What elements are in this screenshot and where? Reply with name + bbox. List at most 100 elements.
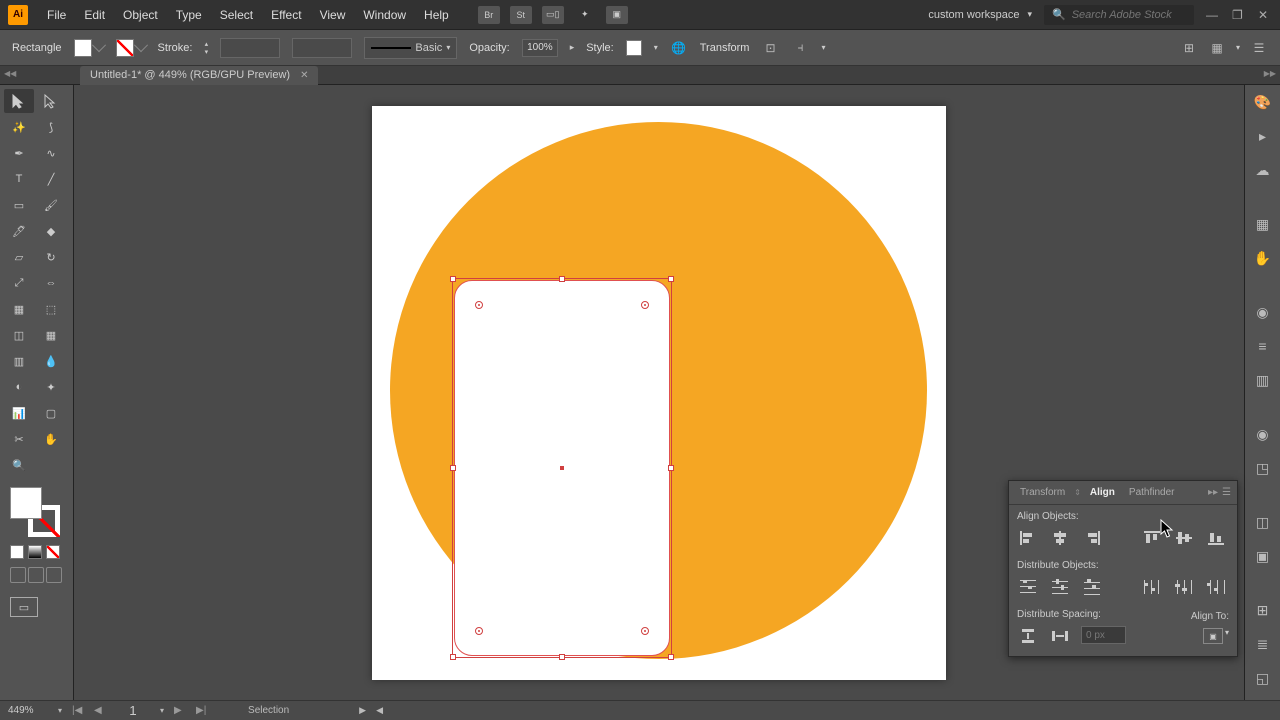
blend-tool[interactable]: ◐ bbox=[4, 375, 34, 399]
distribute-vspacing-button[interactable] bbox=[1017, 626, 1039, 646]
prev-artboard-button[interactable]: ◀ bbox=[94, 705, 106, 716]
rectangle-tool[interactable]: ▭ bbox=[4, 193, 34, 217]
close-tab-icon[interactable]: ✕ bbox=[300, 70, 308, 81]
graphic-style-swatch[interactable] bbox=[626, 40, 642, 56]
brushes-panel-icon[interactable]: ✋ bbox=[1252, 247, 1274, 269]
width-tool[interactable]: ⇔ bbox=[36, 271, 66, 295]
distribute-top-button[interactable] bbox=[1017, 577, 1039, 597]
status-back-icon[interactable]: ◀ bbox=[376, 705, 383, 716]
zoom-input[interactable] bbox=[8, 705, 48, 716]
distribute-bottom-button[interactable] bbox=[1081, 577, 1103, 597]
cloud-panel-icon[interactable]: ☁ bbox=[1252, 159, 1274, 181]
resize-handle[interactable] bbox=[559, 276, 565, 282]
distribute-right-button[interactable] bbox=[1205, 577, 1227, 597]
panel-menu-icon[interactable]: ☰ bbox=[1250, 39, 1268, 57]
slice-tool[interactable]: ✂ bbox=[4, 427, 34, 451]
collapse-panel-icon[interactable]: ▸▸ bbox=[1208, 487, 1218, 498]
resize-handle[interactable] bbox=[668, 465, 674, 471]
chevron-down-icon[interactable]: ▾ bbox=[654, 43, 658, 52]
chevron-down-icon[interactable]: ▾ bbox=[821, 43, 825, 52]
fill-swatch[interactable] bbox=[74, 39, 92, 57]
free-transform-tool[interactable]: ▦ bbox=[4, 297, 34, 321]
color-panel-icon[interactable]: 🎨 bbox=[1252, 91, 1274, 113]
artboards-panel-icon[interactable]: ▣ bbox=[1252, 545, 1274, 567]
fill-dropdown-icon[interactable] bbox=[91, 38, 105, 52]
transform-panel-icon[interactable]: ⊞ bbox=[1252, 599, 1274, 621]
distribute-vcenter-button[interactable] bbox=[1049, 577, 1071, 597]
distribute-hcenter-button[interactable] bbox=[1173, 577, 1195, 597]
var-width-profile[interactable] bbox=[292, 38, 352, 58]
spacing-input[interactable] bbox=[1081, 626, 1126, 644]
expand-panels-icon[interactable]: ▶▶ bbox=[1264, 69, 1276, 78]
chevron-down-icon[interactable]: ▾ bbox=[160, 706, 164, 715]
next-artboard-button[interactable]: ▶ bbox=[174, 705, 186, 716]
hand-tool[interactable]: ✋ bbox=[36, 427, 66, 451]
transform-link[interactable]: Transform bbox=[700, 42, 750, 54]
type-tool[interactable]: T bbox=[4, 167, 34, 191]
symbol-sprayer-tool[interactable]: ✦ bbox=[36, 375, 66, 399]
corner-widget[interactable] bbox=[641, 301, 649, 309]
chevron-down-icon[interactable]: ▾ bbox=[1236, 43, 1240, 52]
fill-stroke-indicator[interactable] bbox=[10, 487, 60, 537]
pen-tool[interactable]: ✒ bbox=[4, 141, 34, 165]
opacity-input[interactable] bbox=[522, 39, 558, 57]
menu-help[interactable]: Help bbox=[415, 8, 458, 22]
appearance-panel-icon[interactable]: ◉ bbox=[1252, 423, 1274, 445]
menu-effect[interactable]: Effect bbox=[262, 8, 310, 22]
corner-widget[interactable] bbox=[641, 627, 649, 635]
mesh-tool[interactable]: ▦ bbox=[36, 323, 66, 347]
pathfinder-panel-icon[interactable]: ◱ bbox=[1252, 667, 1274, 689]
resize-handle[interactable] bbox=[450, 654, 456, 660]
align-top-button[interactable] bbox=[1141, 528, 1163, 548]
menu-edit[interactable]: Edit bbox=[75, 8, 114, 22]
perspective-tool[interactable]: ◫ bbox=[4, 323, 34, 347]
resize-handle[interactable] bbox=[559, 654, 565, 660]
panel-menu-icon[interactable]: ☰ bbox=[1222, 487, 1231, 498]
graph-tool[interactable]: 📊 bbox=[4, 401, 34, 425]
tab-align[interactable]: Align bbox=[1085, 487, 1120, 498]
distribute-hspacing-button[interactable] bbox=[1049, 626, 1071, 646]
stock-icon[interactable]: St bbox=[510, 6, 532, 24]
workspace-chevron-icon[interactable]: ▾ bbox=[1027, 9, 1032, 20]
corner-widget[interactable] bbox=[475, 627, 483, 635]
symbols-panel-icon[interactable]: ◉ bbox=[1252, 301, 1274, 323]
menu-type[interactable]: Type bbox=[167, 8, 211, 22]
search-input[interactable] bbox=[1072, 9, 1186, 21]
align-bottom-button[interactable] bbox=[1205, 528, 1227, 548]
lasso-tool[interactable]: ⟆ bbox=[36, 115, 66, 139]
workspace-label[interactable]: custom workspace bbox=[928, 9, 1019, 21]
chevron-down-icon[interactable]: ▾ bbox=[1225, 628, 1229, 644]
menu-object[interactable]: Object bbox=[114, 8, 167, 22]
swatches-panel-icon[interactable]: ▦ bbox=[1252, 213, 1274, 235]
layers-panel-icon[interactable]: ◫ bbox=[1252, 511, 1274, 533]
align-icon[interactable]: ⫞ bbox=[791, 39, 809, 57]
gradient-mode-icon[interactable] bbox=[28, 545, 42, 559]
opacity-chevron-icon[interactable]: ▸ bbox=[570, 42, 575, 53]
gpu-icon[interactable]: ✦ bbox=[574, 6, 596, 24]
line-tool[interactable]: ╱ bbox=[36, 167, 66, 191]
chevron-down-icon[interactable]: ▾ bbox=[58, 706, 62, 715]
search-stock-field[interactable]: 🔍 bbox=[1044, 5, 1194, 25]
none-mode-icon[interactable] bbox=[46, 545, 60, 559]
direct-selection-tool[interactable] bbox=[36, 89, 66, 113]
last-artboard-button[interactable]: ▶| bbox=[196, 705, 208, 716]
resize-handle[interactable] bbox=[450, 276, 456, 282]
resize-handle[interactable] bbox=[668, 276, 674, 282]
rotate-tool[interactable]: ↻ bbox=[36, 245, 66, 269]
stroke-panel-icon[interactable]: ≡ bbox=[1252, 335, 1274, 357]
tab-transform[interactable]: Transform bbox=[1015, 487, 1070, 498]
shape-builder-tool[interactable]: ⬚ bbox=[36, 297, 66, 321]
brush-definition[interactable]: Basic ▾ bbox=[364, 37, 457, 59]
screen-icon[interactable]: ▣ bbox=[606, 6, 628, 24]
corner-widget[interactable] bbox=[475, 301, 483, 309]
scale-tool[interactable]: ⤢ bbox=[4, 271, 34, 295]
blob-brush-tool[interactable]: 🖊 bbox=[4, 219, 34, 243]
menu-file[interactable]: File bbox=[38, 8, 75, 22]
curvature-tool[interactable]: ∿ bbox=[36, 141, 66, 165]
color-mode-icon[interactable] bbox=[10, 545, 24, 559]
tab-pathfinder[interactable]: Pathfinder bbox=[1124, 487, 1180, 498]
draw-normal-icon[interactable] bbox=[10, 567, 26, 583]
align-left-button[interactable] bbox=[1017, 528, 1039, 548]
minimize-button[interactable]: — bbox=[1206, 8, 1220, 22]
first-artboard-button[interactable]: |◀ bbox=[72, 705, 84, 716]
